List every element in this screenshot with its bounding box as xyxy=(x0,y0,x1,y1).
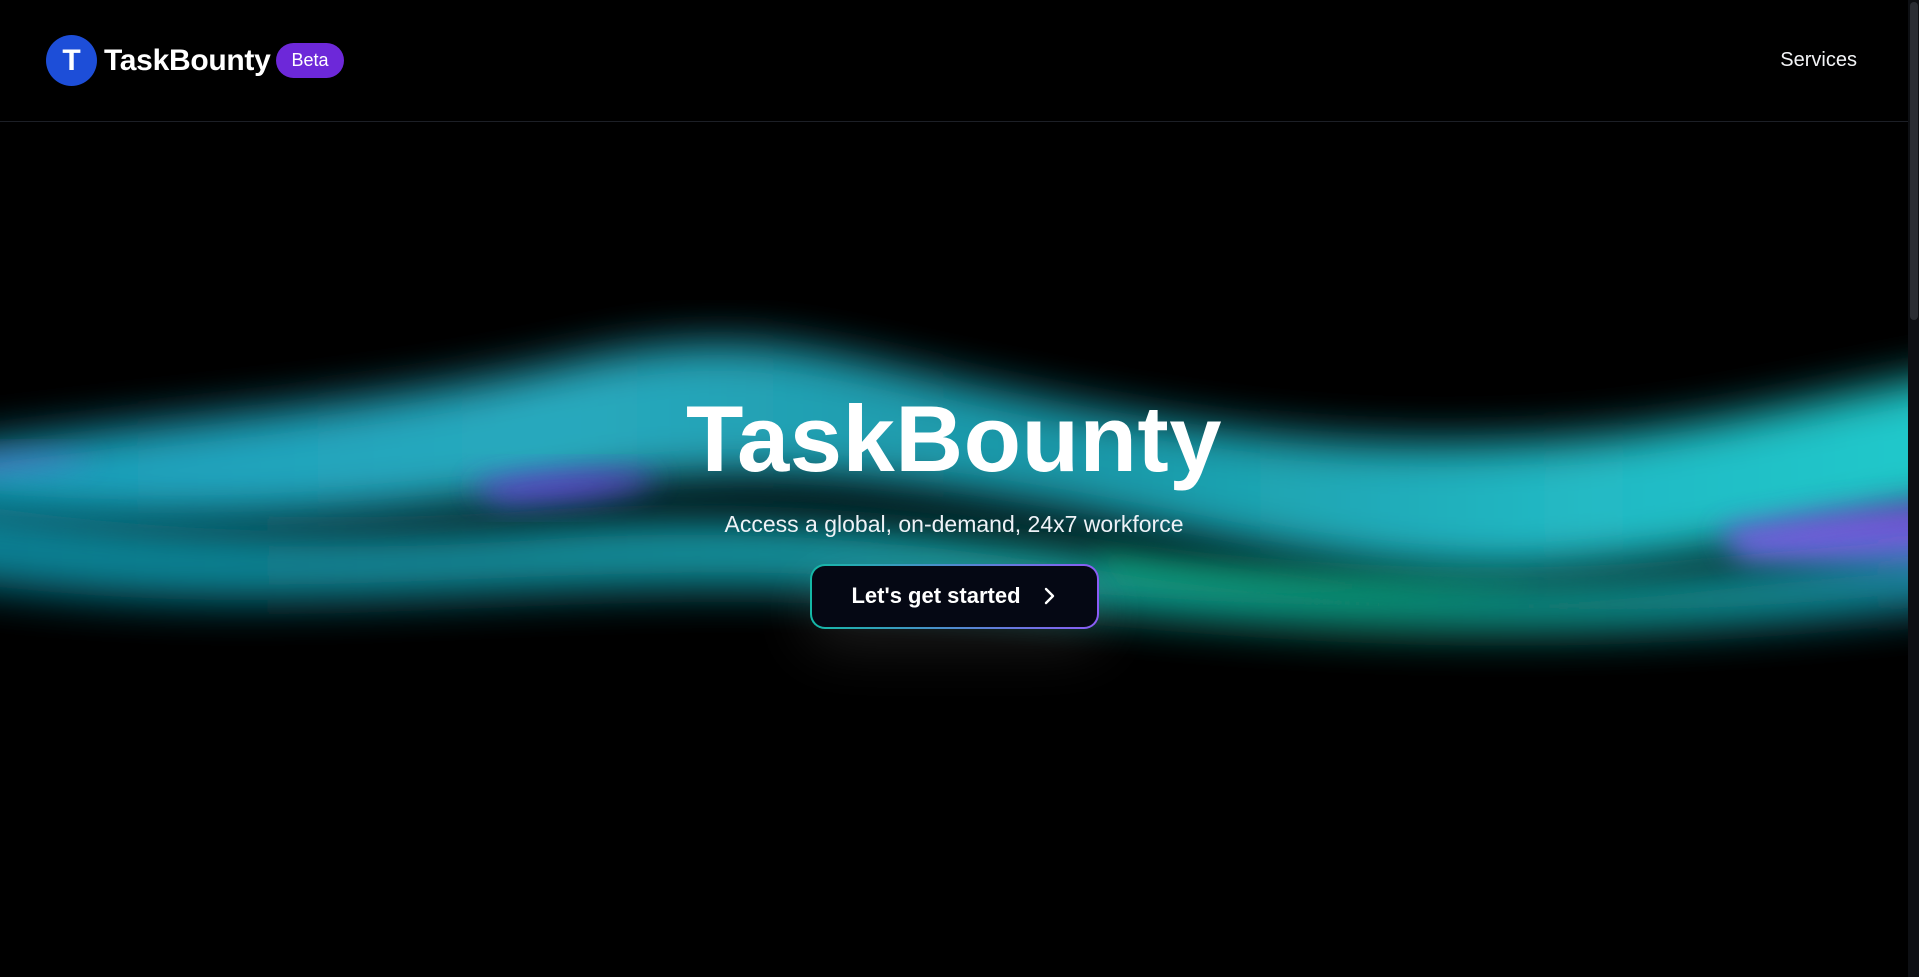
cta-button-border: Let's get started xyxy=(809,563,1099,629)
hero-title: TaskBounty xyxy=(686,386,1222,491)
logo-letter: T xyxy=(62,43,81,77)
beta-badge: Beta xyxy=(276,43,344,78)
chevron-right-icon xyxy=(1044,587,1054,605)
get-started-label: Let's get started xyxy=(851,583,1021,609)
top-nav-bar: T TaskBounty Beta Services xyxy=(0,0,1908,122)
landing-page: T TaskBounty Beta Services TaskBounty Ac… xyxy=(0,0,1908,977)
brand[interactable]: T TaskBounty Beta xyxy=(46,35,344,86)
vertical-scrollbar[interactable] xyxy=(1908,0,1919,977)
scrollbar-thumb[interactable] xyxy=(1910,2,1918,320)
hero-section: TaskBounty Access a global, on-demand, 2… xyxy=(0,386,1908,629)
logo-icon: T xyxy=(46,35,97,86)
brand-name: TaskBounty xyxy=(104,43,271,77)
nav-link-services[interactable]: Services xyxy=(1780,49,1857,72)
get-started-button[interactable]: Let's get started xyxy=(811,565,1097,627)
hero-subtitle: Access a global, on-demand, 24x7 workfor… xyxy=(724,510,1184,537)
